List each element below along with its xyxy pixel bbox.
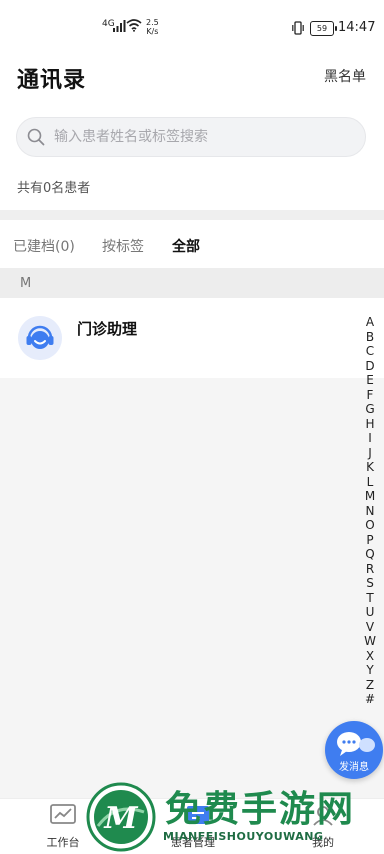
index-letter[interactable]: S (362, 576, 378, 591)
index-letter[interactable]: N (362, 504, 378, 519)
section-letter: M (20, 276, 32, 291)
index-letter[interactable]: U (362, 605, 378, 620)
index-letter[interactable]: Q (362, 547, 378, 562)
index-letter[interactable]: C (362, 344, 378, 359)
status-time: 14:47 (338, 20, 376, 35)
divider (0, 210, 384, 220)
watermark-logo: M (86, 782, 156, 852)
index-letter[interactable]: O (362, 518, 378, 533)
chart-icon[interactable] (50, 804, 76, 826)
index-letter[interactable]: B (362, 330, 378, 345)
assistant-avatar-icon (18, 316, 62, 360)
search-icon (27, 128, 45, 146)
speed-value: 2.5 (146, 18, 159, 27)
send-message-label: 发消息 (339, 762, 369, 773)
index-letter[interactable]: L (362, 475, 378, 490)
index-letter[interactable]: K (362, 460, 378, 475)
signal-icon (113, 20, 126, 32)
battery-icon: 59 (310, 21, 337, 36)
patient-count: 共有0名患者 (17, 181, 91, 196)
index-letter[interactable]: # (362, 692, 378, 707)
index-letter[interactable]: T (362, 591, 378, 606)
watermark-title: 免费手游网 (165, 789, 356, 830)
index-letter[interactable]: E (362, 373, 378, 388)
index-letter[interactable]: I (362, 431, 378, 446)
index-letter[interactable]: H (362, 417, 378, 432)
index-letter[interactable]: P (362, 533, 378, 548)
section-header (0, 268, 384, 298)
watermark-logo-letter: M (103, 801, 138, 836)
index-letter[interactable]: Y (362, 663, 378, 678)
vibrate-icon (292, 21, 304, 35)
index-letter[interactable]: R (362, 562, 378, 577)
watermark-subtitle: MIANFEISHOUYOUWANG (163, 830, 324, 843)
network-speed: 2.5 K/s (146, 18, 159, 36)
index-letter[interactable]: W (362, 634, 378, 649)
index-letter[interactable]: G (362, 402, 378, 417)
index-letter[interactable]: V (362, 620, 378, 635)
alphabet-index[interactable]: A B C D E F G H I J K L M N O P Q R S T U V W X Y Z # (362, 315, 378, 707)
index-letter[interactable]: Z (362, 678, 378, 693)
index-letter[interactable]: X (362, 649, 378, 664)
chat-bubbles-icon (337, 732, 375, 756)
tab-by-tag[interactable]: 按标签 (102, 236, 144, 256)
speed-unit: K/s (146, 27, 159, 36)
search-input[interactable] (54, 117, 354, 157)
index-letter[interactable]: J (362, 446, 378, 461)
contact-name: 门诊助理 (77, 320, 138, 338)
wifi-icon (126, 19, 142, 32)
index-letter[interactable]: M (362, 489, 378, 504)
page-title: 通讯录 (17, 68, 87, 93)
tab-archived[interactable]: 已建档(0) (13, 236, 75, 256)
index-letter[interactable]: F (362, 388, 378, 403)
index-letter[interactable]: A (362, 315, 378, 330)
blacklist-button[interactable]: 黑名单 (324, 66, 366, 86)
tab-all[interactable]: 全部 (172, 236, 200, 256)
index-letter[interactable]: D (362, 359, 378, 374)
